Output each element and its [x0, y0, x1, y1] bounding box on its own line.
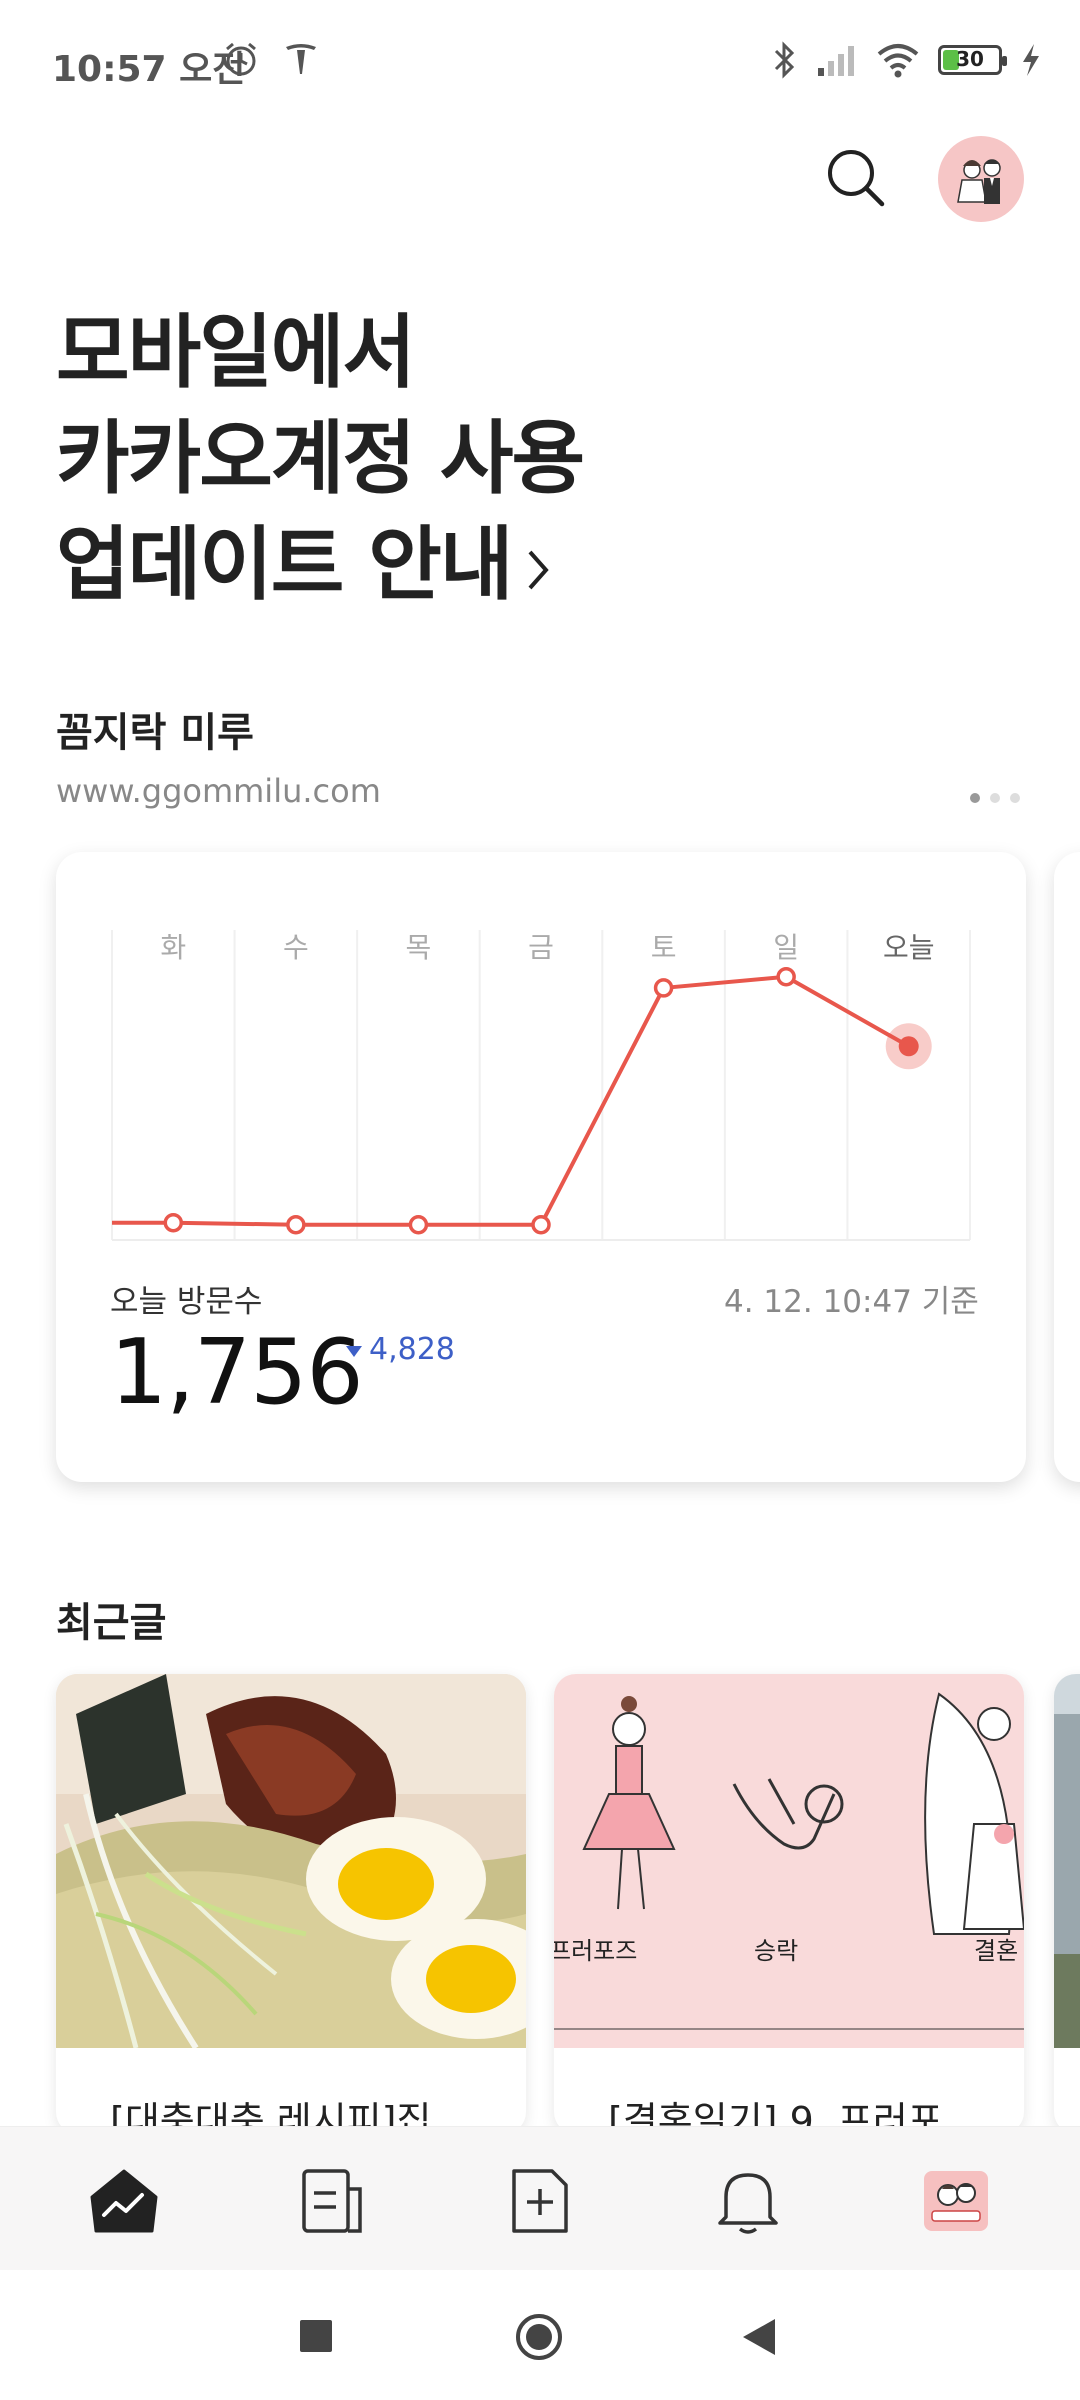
nav-my-blog[interactable] — [920, 2165, 992, 2237]
triangle-down-icon — [346, 1345, 362, 1357]
post-thumbnail-city — [1054, 1674, 1080, 2048]
nav-notifications[interactable] — [712, 2165, 784, 2237]
chart-point — [776, 967, 796, 987]
chart-tick-label: 토 — [651, 931, 677, 964]
posts-icon — [302, 2169, 362, 2233]
illustration-label-2: 승락 — [754, 1937, 798, 1965]
chart-series-line — [112, 974, 910, 1227]
nav-stats[interactable] — [88, 2165, 160, 2237]
illustration-label-1: 프러포즈 — [554, 1937, 637, 1965]
home-button[interactable] — [514, 2312, 564, 2366]
chart-tick-label: 수 — [283, 931, 309, 964]
recents-button[interactable] — [300, 2320, 332, 2356]
back-icon — [743, 2319, 775, 2355]
notification-icon — [718, 2173, 778, 2234]
chart-point — [653, 978, 674, 998]
nav-posts[interactable] — [296, 2165, 368, 2237]
post-card-peek[interactable] — [1054, 1674, 1080, 2134]
home-icon — [516, 2314, 562, 2360]
bottom-navigation — [0, 2126, 1080, 2270]
chart-point — [286, 1215, 306, 1235]
post-thumbnail-food — [56, 1674, 526, 2048]
chart-tick-label: 화 — [160, 931, 186, 964]
visits-count: 1,756 — [110, 1320, 364, 1425]
visits-label: 오늘 방문수 — [110, 1284, 263, 1320]
chart-point — [408, 1215, 429, 1235]
post-card[interactable]: 프러포즈 승락 결혼 [결혼일기] 9. 프러포 — [554, 1674, 1024, 2134]
post-thumbnail-wedding: 프러포즈 승락 결혼 — [554, 1674, 1024, 2048]
chart-point-highlight — [898, 1036, 919, 1057]
stats-icon — [90, 2169, 158, 2233]
recent-posts-title: 최근글 — [56, 1600, 167, 1646]
write-icon — [512, 2169, 568, 2233]
chart-point — [163, 1212, 184, 1233]
nav-write[interactable] — [504, 2165, 576, 2237]
chart-tick-label: 오늘 — [883, 931, 935, 964]
chart-tick-label: 금 — [528, 931, 554, 964]
chart-point — [531, 1215, 551, 1235]
chart-tick-label: 목 — [406, 931, 432, 964]
post-card[interactable]: [대충대충 레시피]집 — [56, 1674, 526, 2134]
my-blog-icon — [924, 2171, 988, 2231]
back-button[interactable] — [742, 2318, 776, 2360]
visits-diff-value: 4,828 — [369, 1332, 455, 1367]
chart-tick-label: 일 — [773, 931, 799, 964]
visits-diff: 4,828 — [345, 1332, 455, 1367]
recents-icon — [300, 2320, 332, 2352]
visitor-chart: 화 수 목 금 토 일 오늘 — [111, 930, 971, 1241]
system-navigation — [0, 2270, 1080, 2400]
illustration-label-3: 결혼 — [974, 1937, 1018, 1965]
visits-timestamp: 4. 12. 10:47 기준 — [724, 1284, 979, 1320]
